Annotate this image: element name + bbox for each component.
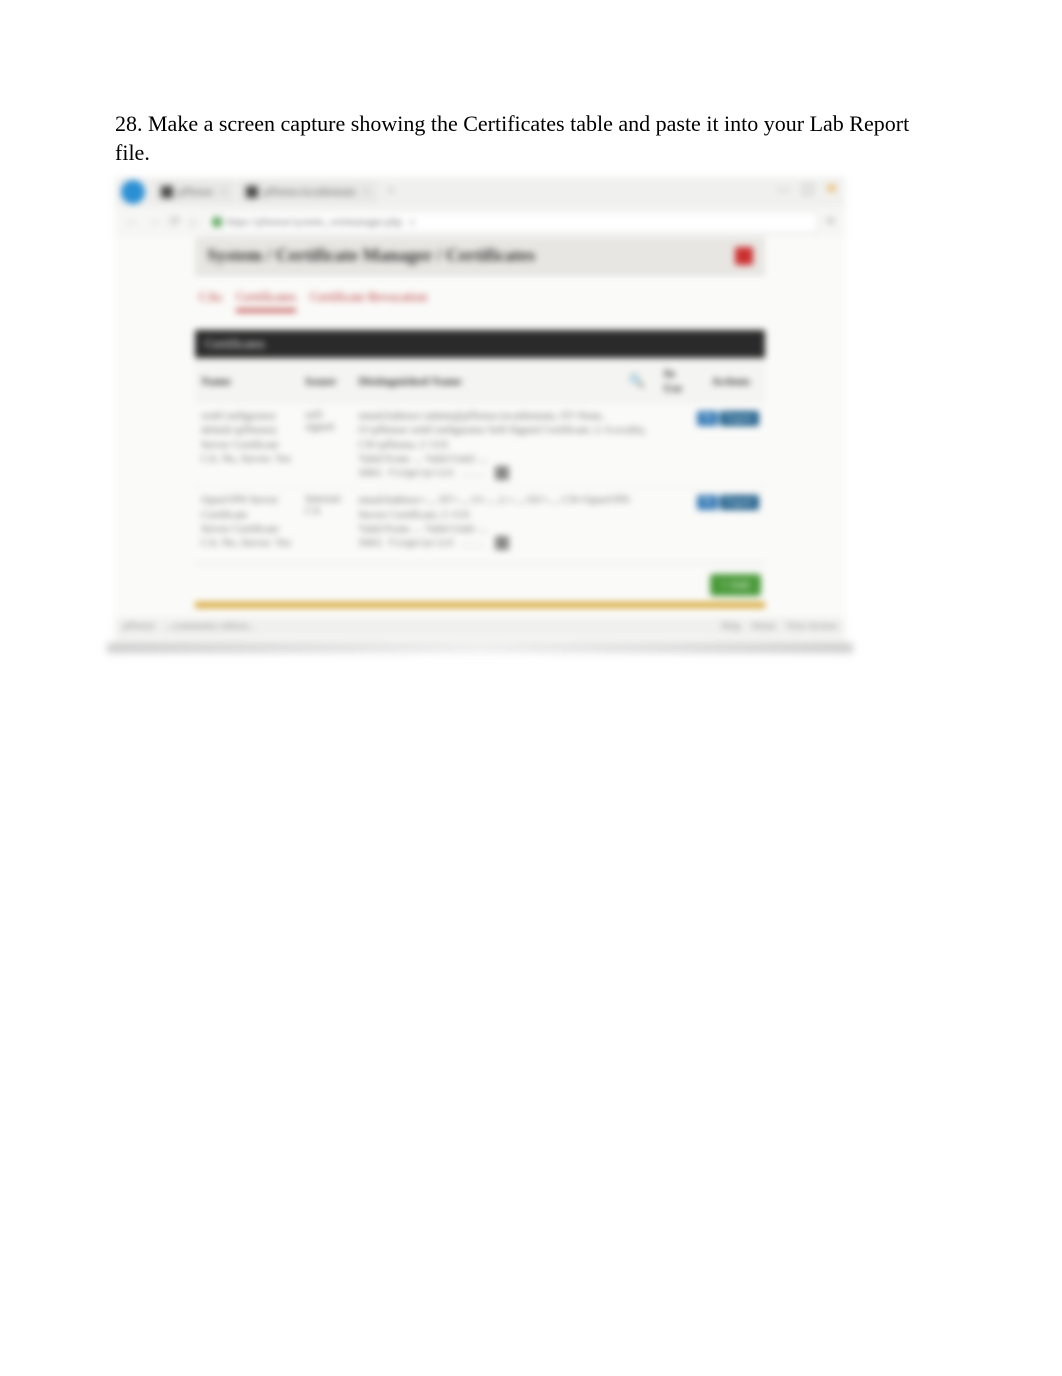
status-about[interactable]: About [751, 621, 776, 632]
breadcrumb-sep-1: / [267, 245, 277, 265]
tab-revocation[interactable]: Certificate Revocation [310, 289, 427, 312]
nav-back-icon[interactable]: ← [125, 214, 139, 230]
tab-title-2: pfSense.localdomain [263, 186, 355, 198]
tab-close-2[interactable]: × [363, 187, 369, 198]
cert-valid: Valid From: ... Valid Until: ... [359, 452, 652, 466]
col-issuer: Issuer [299, 358, 352, 403]
nav-forward-icon[interactable]: → [147, 214, 161, 230]
bookmark-star-icon[interactable]: ★ [407, 216, 417, 229]
cert-ca-info: CA: No, Server: Yes [201, 536, 293, 550]
browser-url-bar: ← → ⟳ ⌂ https://pfsense/system_certmanag… [115, 207, 845, 237]
tab-cas[interactable]: CAs [199, 289, 222, 312]
cert-inuse [658, 403, 692, 487]
cert-inuse [658, 487, 692, 557]
browser-tab-1[interactable]: pfSense × [153, 181, 234, 203]
section-header: Certificates [195, 330, 765, 358]
breadcrumb-sep-2: / [437, 245, 447, 265]
tab-title-1: pfSense [178, 186, 213, 198]
browser-tab-strip: pfSense × pfSense.localdomain × + — ▢ ✕ [115, 177, 845, 207]
cert-fingerprint: SHA1 Fingerprint .... [359, 468, 485, 479]
browser-profile-icon [121, 180, 145, 204]
cert-subname: Server Certificate [201, 522, 293, 536]
screenshot-container: pfSense × pfSense.localdomain × + — ▢ ✕ … [115, 177, 845, 647]
browser-menu-icon[interactable]: ≡ [826, 213, 835, 231]
status-license[interactable]: View license [786, 621, 837, 632]
breadcrumb: System / Certificate Manager / Certifica… [195, 237, 765, 275]
status-brand: pfSense [123, 621, 155, 632]
tab-certificates[interactable]: Certificates [236, 289, 296, 312]
footer-accent-bar [195, 602, 765, 608]
breadcrumb-certs[interactable]: Certificates [446, 245, 535, 265]
url-input[interactable]: https://pfsense/system_certmanager.php ★ [205, 211, 818, 233]
url-text: https://pfsense/system_certmanager.php [227, 216, 403, 228]
window-close-icon[interactable]: ✕ [826, 181, 837, 197]
instruction-text: 28. Make a screen capture showing the Ce… [115, 110, 947, 167]
window-minimize-icon[interactable]: — [777, 181, 790, 197]
cert-name: OpenVPN Server Certificate [201, 493, 293, 522]
nav-home-icon[interactable]: ⌂ [189, 214, 197, 230]
browser-tab-2[interactable]: pfSense.localdomain × [238, 181, 377, 203]
cert-fingerprint: SHA1 Fingerprint .... [359, 538, 485, 549]
page-content: System / Certificate Manager / Certifica… [115, 237, 845, 617]
add-button[interactable]: + Add [710, 574, 761, 596]
status-edition: ...community edition... [165, 621, 256, 632]
copy-icon[interactable] [495, 536, 509, 550]
cert-issuer: self-signed [299, 403, 352, 487]
table-header-row: Name Issuer Distinguished Name In Use Ac… [195, 358, 765, 403]
status-bar: pfSense ...community edition... Help Abo… [115, 618, 845, 635]
breadcrumb-certmgr[interactable]: Certificate Manager [276, 245, 432, 265]
edit-button[interactable]: ✎ [697, 495, 717, 510]
col-inuse: In Use [658, 358, 692, 403]
search-icon[interactable]: 🔍 [629, 373, 645, 389]
table-row: webConfigurator default (pfSense) Server… [195, 403, 765, 487]
tab-favicon-1 [161, 186, 173, 198]
cert-dn: emailAddress=..., ST=..., O=..., L=..., … [359, 493, 652, 522]
col-actions: Actions [691, 358, 765, 403]
status-help[interactable]: Help [721, 621, 740, 632]
col-dn: Distinguished Name [353, 358, 658, 403]
copy-icon[interactable] [495, 466, 509, 480]
cert-dn: emailAddress=admin@pfSense.localdomain, … [359, 409, 652, 452]
cert-name: webConfigurator default (pfSense) [201, 409, 293, 438]
edit-button[interactable]: ✎ [697, 411, 717, 426]
col-name: Name [195, 358, 299, 403]
sub-tabs: CAs Certificates Certificate Revocation [195, 275, 765, 312]
nav-reload-icon[interactable]: ⟳ [169, 214, 181, 231]
cert-ca-info: CA: No, Server: Yes [201, 452, 293, 466]
cert-subname: Server Certificate [201, 438, 293, 452]
lock-icon [212, 217, 222, 227]
tab-favicon-2 [246, 186, 258, 198]
window-maximize-icon[interactable]: ▢ [802, 181, 814, 197]
cert-issuer: Internal-CA [299, 487, 352, 557]
table-row: OpenVPN Server Certificate Server Certif… [195, 487, 765, 557]
cert-valid: Valid From: ... Valid Until: ... [359, 522, 652, 536]
notice-icon[interactable] [735, 247, 753, 265]
new-tab-button[interactable]: + [387, 184, 395, 200]
export-button[interactable]: Export [720, 411, 759, 426]
window-controls: — ▢ ✕ [769, 177, 845, 201]
breadcrumb-system[interactable]: System [207, 245, 262, 265]
tab-close-1[interactable]: × [221, 187, 227, 198]
table-footer: + Add [195, 563, 765, 602]
certificates-table: Name Issuer Distinguished Name In Use Ac… [195, 358, 765, 556]
export-button[interactable]: Export [720, 495, 759, 510]
